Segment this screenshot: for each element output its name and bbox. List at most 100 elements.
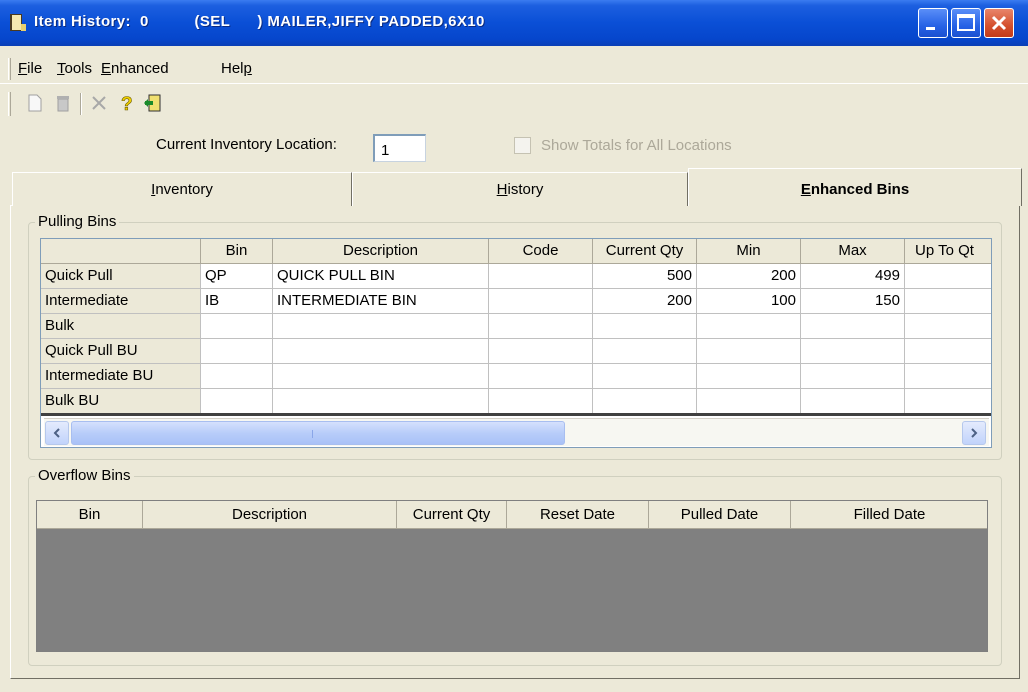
cell-bin[interactable]: QP (201, 264, 273, 289)
pulling-bins-grid[interactable]: Bin Description Code Current Qty Min Max… (40, 238, 992, 448)
delete-button[interactable] (52, 92, 74, 114)
cell-min[interactable]: 200 (697, 264, 801, 289)
cell-max[interactable] (801, 339, 905, 364)
row-header[interactable]: Quick Pull (41, 264, 201, 289)
column-header-filled-date[interactable]: Filled Date (791, 501, 987, 529)
cell-up-to-qty[interactable] (905, 364, 991, 389)
cell-up-to-qty[interactable] (905, 389, 991, 414)
new-document-icon (28, 94, 42, 112)
chevron-right-icon (971, 428, 978, 438)
maximize-button[interactable] (951, 8, 981, 38)
cell-up-to-qty[interactable] (905, 314, 991, 339)
window-title: Item History: 0 (SEL ) MAILER,JIFFY PADD… (34, 13, 485, 30)
row-header[interactable]: Quick Pull BU (41, 339, 201, 364)
exit-button[interactable] (142, 92, 164, 114)
menu-tools[interactable]: Tools (57, 60, 92, 77)
cell-description[interactable]: QUICK PULL BIN (273, 264, 489, 289)
cell-description[interactable] (273, 364, 489, 389)
cell-description[interactable] (273, 389, 489, 414)
cell-description[interactable] (273, 314, 489, 339)
show-totals-checkbox[interactable] (514, 137, 531, 154)
overflow-grid-empty-area[interactable] (37, 529, 987, 651)
scroll-right-button[interactable] (962, 421, 986, 445)
row-header[interactable]: Bulk BU (41, 389, 201, 414)
title-bar[interactable]: Item History: 0 (SEL ) MAILER,JIFFY PADD… (0, 0, 1028, 46)
cell-code[interactable] (489, 264, 593, 289)
column-header-pulled-date[interactable]: Pulled Date (649, 501, 791, 529)
book-icon (10, 14, 26, 31)
cell-bin[interactable] (201, 389, 273, 414)
cell-bin[interactable] (201, 339, 273, 364)
new-document-button[interactable] (24, 92, 46, 114)
cell-current-qty[interactable] (593, 339, 697, 364)
cell-current-qty[interactable]: 500 (593, 264, 697, 289)
tab-history[interactable]: History (352, 172, 688, 206)
cell-min[interactable]: 100 (697, 289, 801, 314)
menu-bar: File Tools Enhanced Help (0, 54, 1028, 84)
toolbar: ? (0, 86, 1028, 120)
column-header-max[interactable]: Max (801, 239, 905, 264)
inventory-location-input[interactable]: 1 (373, 134, 426, 162)
cell-max[interactable] (801, 389, 905, 414)
column-header-min[interactable]: Min (697, 239, 801, 264)
cell-up-to-qty[interactable] (905, 339, 991, 364)
menu-grip (8, 58, 11, 80)
cancel-icon (92, 96, 106, 110)
help-icon: ? (121, 94, 133, 113)
minimize-button[interactable] (918, 8, 948, 38)
column-header-code[interactable]: Code (489, 239, 593, 264)
column-header-current-qty[interactable]: Current Qty (397, 501, 507, 529)
cell-min[interactable] (697, 364, 801, 389)
cancel-button[interactable] (88, 92, 110, 114)
cell-bin[interactable] (201, 364, 273, 389)
menu-help[interactable]: Help (221, 60, 252, 77)
cell-max[interactable]: 499 (801, 264, 905, 289)
help-button[interactable]: ? (116, 92, 138, 114)
column-header-bin[interactable]: Bin (37, 501, 143, 529)
scroll-thumb[interactable] (71, 421, 565, 445)
cell-code[interactable] (489, 314, 593, 339)
cell-bin[interactable] (201, 314, 273, 339)
cell-bin[interactable]: IB (201, 289, 273, 314)
cell-current-qty[interactable] (593, 364, 697, 389)
cell-code[interactable] (489, 364, 593, 389)
cell-current-qty[interactable] (593, 389, 697, 414)
close-button[interactable] (984, 8, 1014, 38)
inventory-location-label: Current Inventory Location: (156, 136, 337, 153)
cell-min[interactable] (697, 339, 801, 364)
column-header-description[interactable]: Description (273, 239, 489, 264)
cell-min[interactable] (697, 389, 801, 414)
row-header[interactable]: Bulk (41, 314, 201, 339)
column-header-bin[interactable]: Bin (201, 239, 273, 264)
cell-min[interactable] (697, 314, 801, 339)
cell-up-to-qty[interactable] (905, 289, 991, 314)
overflow-bins-grid[interactable]: Bin Description Current Qty Reset Date P… (36, 500, 988, 652)
cell-current-qty[interactable]: 200 (593, 289, 697, 314)
tab-enhanced-bins[interactable]: Enhanced Bins (688, 168, 1022, 206)
cell-current-qty[interactable] (593, 314, 697, 339)
horizontal-scrollbar[interactable] (44, 418, 989, 446)
scroll-thumb-grip (312, 430, 324, 438)
column-header-current-qty[interactable]: Current Qty (593, 239, 697, 264)
cell-max[interactable] (801, 314, 905, 339)
cell-code[interactable] (489, 389, 593, 414)
column-header-description[interactable]: Description (143, 501, 397, 529)
overflow-bins-title: Overflow Bins (35, 467, 134, 484)
cell-code[interactable] (489, 339, 593, 364)
cell-max[interactable] (801, 364, 905, 389)
svg-text:?: ? (121, 94, 133, 113)
cell-up-to-qty[interactable] (905, 264, 991, 289)
column-header-reset-date[interactable]: Reset Date (507, 501, 649, 529)
cell-description[interactable] (273, 339, 489, 364)
cell-code[interactable] (489, 289, 593, 314)
row-header[interactable]: Intermediate (41, 289, 201, 314)
column-header-up-to-qty[interactable]: Up To Qt (905, 239, 991, 264)
row-header[interactable]: Intermediate BU (41, 364, 201, 389)
cell-description[interactable]: INTERMEDIATE BIN (273, 289, 489, 314)
menu-file[interactable]: File (18, 60, 42, 77)
scroll-left-button[interactable] (45, 421, 69, 445)
tab-inventory[interactable]: Inventory (12, 172, 352, 206)
menu-enhanced[interactable]: Enhanced (101, 60, 169, 77)
toolbar-separator (80, 93, 82, 115)
cell-max[interactable]: 150 (801, 289, 905, 314)
